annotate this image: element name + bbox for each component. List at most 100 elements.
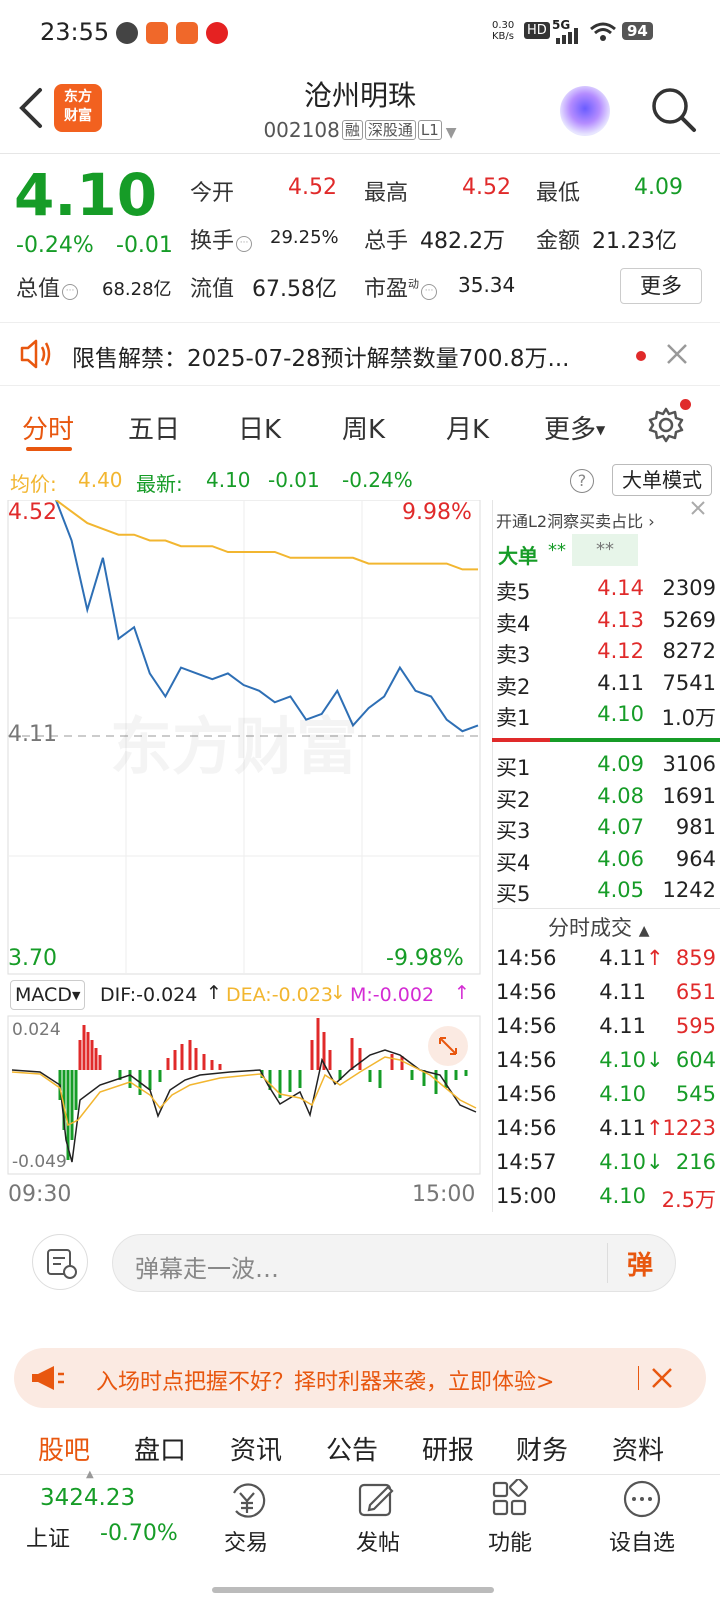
volume-label: 总手 bbox=[364, 229, 409, 254]
level-price: 4.10 bbox=[597, 702, 644, 726]
promo-banner[interactable]: 入场时点把握不好？择时利器来袭，立即体验> bbox=[14, 1348, 706, 1408]
nav-trade[interactable]: 交易 bbox=[196, 1525, 296, 1557]
tab-more[interactable]: 更多▼ bbox=[544, 409, 605, 446]
danmu-send-button[interactable]: 弹 bbox=[627, 1245, 653, 1282]
level-price: 4.12 bbox=[597, 639, 644, 663]
amount-value: 21.23亿 bbox=[592, 229, 677, 254]
big-order-label: 大单 bbox=[498, 544, 538, 568]
level-volume: 2309 bbox=[662, 576, 716, 600]
ask-row: 卖1 4.10 1.0万 bbox=[496, 702, 716, 733]
trade-row: 14:57 4.10 ↓ 216 bbox=[496, 1150, 716, 1184]
bottom-nav: ▲ 3424.23 上证 -0.70% 交易 发帖 功能 设自选 bbox=[0, 1469, 720, 1600]
tab-forum[interactable]: 股吧 bbox=[38, 1430, 90, 1467]
chart-period-tabs: 分时 五日 日K 周K 月K 更多▼ bbox=[0, 395, 720, 457]
low-label: 最低 bbox=[536, 181, 581, 206]
nav-functions[interactable]: 功能 bbox=[460, 1525, 560, 1557]
l2-promo-link[interactable]: 开通L2洞察买卖占比 › bbox=[496, 508, 655, 532]
unlock-notice-bar[interactable]: 限售解禁：2025-07-28预计解禁数量700.8万... bbox=[0, 322, 720, 386]
quote-panel: 4.10 -0.24% -0.01 今开 4.52 最高 4.52 最低 4.0… bbox=[0, 155, 720, 318]
ai-assistant-avatar[interactable] bbox=[560, 86, 610, 136]
trade-time: 14:56 bbox=[496, 1116, 557, 1140]
index-percent[interactable]: -0.70% bbox=[100, 1521, 178, 1546]
danmu-bar: 弹幕走一波… 弹 bbox=[0, 1234, 720, 1330]
tab-intraday[interactable]: 分时 bbox=[22, 409, 74, 446]
level-volume: 3106 bbox=[662, 752, 716, 776]
tab-financials[interactable]: 财务 bbox=[516, 1430, 568, 1467]
search-icon[interactable] bbox=[648, 84, 698, 134]
bid-row: 买1 4.09 3106 bbox=[496, 752, 716, 783]
macd-panel-frame bbox=[7, 1015, 481, 1175]
post-icon[interactable] bbox=[356, 1479, 398, 1521]
tab-weekly-k[interactable]: 周K bbox=[342, 409, 385, 446]
level-label: 卖3 bbox=[496, 643, 531, 667]
bid-ask-ratio-bar bbox=[492, 738, 720, 742]
price-high-label: 4.52 bbox=[8, 500, 57, 525]
trade-price: 4.10 bbox=[599, 1150, 646, 1174]
level-label: 卖1 bbox=[496, 706, 531, 730]
pe-value: 35.34 bbox=[458, 273, 516, 297]
stock-header: 东方 财富 沧州明珠 002108 融深股通 L1 ▼ bbox=[0, 64, 720, 154]
add-favorite-icon[interactable] bbox=[622, 1479, 662, 1519]
trade-price: 4.11 bbox=[599, 1116, 646, 1140]
close-icon[interactable] bbox=[666, 343, 688, 365]
level-label: 买2 bbox=[496, 787, 531, 812]
trade-row: 14:56 4.11 595 bbox=[496, 1014, 716, 1048]
apps-icon[interactable] bbox=[490, 1479, 530, 1519]
level-volume: 7541 bbox=[662, 670, 716, 695]
tab-announcements[interactable]: 公告 bbox=[326, 1430, 378, 1467]
nav-add-watchlist[interactable]: 设自选 bbox=[592, 1525, 692, 1557]
tab-monthly-k[interactable]: 月K bbox=[446, 409, 489, 446]
level-tag: L1 bbox=[417, 120, 442, 140]
latest-percent: -0.24% bbox=[342, 468, 413, 492]
help-icon[interactable]: ? bbox=[570, 469, 594, 493]
high-value: 4.52 bbox=[462, 175, 511, 200]
trade-direction-icon: ↓ bbox=[646, 1048, 664, 1072]
more-button[interactable]: 更多 bbox=[620, 268, 702, 304]
indicator-selector[interactable]: MACD▼ bbox=[10, 980, 86, 1010]
trade-time: 14:56 bbox=[496, 946, 557, 970]
tab-five-day[interactable]: 五日 bbox=[128, 409, 180, 446]
trade-volume: 216 bbox=[675, 1150, 716, 1174]
index-name[interactable]: 上证 bbox=[26, 1521, 70, 1553]
close-icon[interactable] bbox=[688, 498, 708, 518]
tab-daily-k[interactable]: 日K bbox=[238, 409, 281, 446]
expand-icon[interactable] bbox=[428, 1026, 468, 1066]
level-label: 买5 bbox=[496, 882, 531, 906]
danmu-settings-icon[interactable] bbox=[32, 1234, 88, 1290]
level-label: 卖5 bbox=[496, 580, 531, 604]
trade-volume: 595 bbox=[675, 1014, 716, 1038]
change-value: -0.01 bbox=[116, 233, 173, 258]
tab-news[interactable]: 资讯 bbox=[230, 1430, 282, 1467]
trade-volume: 651 bbox=[675, 980, 716, 1004]
chevron-down-icon[interactable]: ▼ bbox=[446, 125, 457, 141]
low-value: 4.09 bbox=[634, 175, 683, 200]
close-icon[interactable] bbox=[650, 1366, 674, 1390]
tab-profile[interactable]: 资料 bbox=[612, 1430, 664, 1467]
tab-research[interactable]: 研报 bbox=[422, 1430, 474, 1467]
trade-volume: 604 bbox=[675, 1048, 716, 1072]
margin-tag: 融 bbox=[341, 120, 363, 140]
trades-title[interactable]: 分时成交 ▲ bbox=[548, 912, 649, 942]
intraday-chart[interactable]: 4.52 9.98% 4.11 东方财富 3.70 -9.98% MACD▼ D… bbox=[0, 500, 490, 1240]
bid-row: 买2 4.08 1691 bbox=[496, 784, 716, 815]
level-price: 4.14 bbox=[597, 576, 644, 600]
settings-gear-icon[interactable] bbox=[646, 405, 686, 445]
level-price: 4.13 bbox=[597, 607, 644, 632]
promo-text: 入场时点把握不好？择时利器来袭，立即体验> bbox=[96, 1370, 555, 1395]
level-label: 买3 bbox=[496, 819, 531, 843]
trade-direction-icon: ↓ bbox=[646, 1150, 664, 1174]
trade-time: 14:56 bbox=[496, 1082, 557, 1106]
trade-icon[interactable] bbox=[226, 1481, 268, 1521]
big-order-mode-button[interactable]: 大单模式 bbox=[612, 464, 712, 496]
watermark: 东方财富 bbox=[110, 696, 358, 786]
tab-market-depth[interactable]: 盘口 bbox=[134, 1430, 186, 1467]
caret-up-icon: ▲ bbox=[86, 1469, 94, 1480]
trade-volume: 859 bbox=[675, 946, 716, 970]
danmu-input[interactable]: 弹幕走一波… 弹 bbox=[112, 1234, 676, 1292]
trade-row: 14:56 4.11 ↑ 1223 bbox=[496, 1116, 716, 1150]
connect-tag: 深股通 bbox=[364, 120, 416, 140]
trade-price: 4.11 bbox=[599, 1014, 646, 1038]
index-value[interactable]: 3424.23 bbox=[40, 1485, 135, 1511]
price-low-pct-label: -9.98% bbox=[386, 946, 464, 971]
nav-post[interactable]: 发帖 bbox=[328, 1525, 428, 1557]
